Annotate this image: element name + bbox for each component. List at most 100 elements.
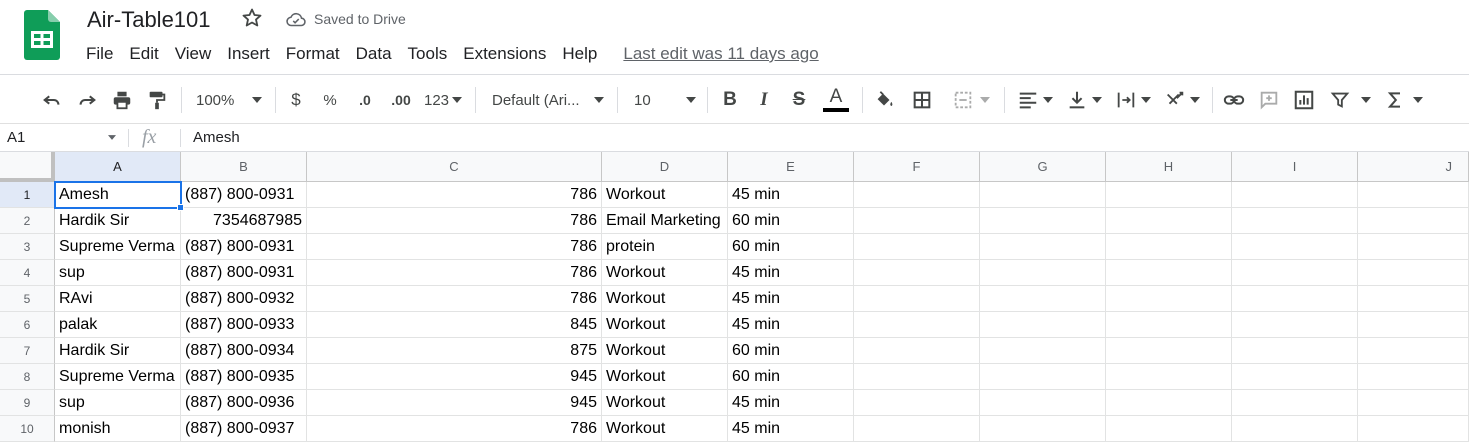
row-header-2[interactable]: 2 (0, 208, 55, 234)
cell-f4[interactable] (854, 260, 980, 286)
star-icon[interactable] (240, 6, 264, 30)
cell-f7[interactable] (854, 338, 980, 364)
cell-i6[interactable] (1232, 312, 1358, 338)
cell-a5[interactable]: RAvi (55, 286, 181, 312)
zoom-select[interactable]: 100% (196, 87, 266, 113)
cell-c1[interactable]: 786 (307, 182, 602, 208)
insert-chart-button[interactable] (1292, 87, 1316, 113)
cell-b4[interactable]: (887) 800-0931 (181, 260, 307, 286)
undo-button[interactable] (40, 87, 64, 113)
redo-button[interactable] (75, 87, 99, 113)
strikethrough-button[interactable]: S (788, 87, 810, 113)
menu-format[interactable]: Format (278, 40, 348, 68)
borders-button[interactable] (910, 87, 934, 113)
cloud-check-icon[interactable] (285, 9, 307, 31)
cell-f6[interactable] (854, 312, 980, 338)
formula-input[interactable]: Amesh (193, 124, 240, 152)
cell-c2[interactable]: 786 (307, 208, 602, 234)
cell-j8[interactable] (1358, 364, 1469, 390)
text-rotation-button[interactable] (1162, 87, 1202, 113)
cell-c4[interactable]: 786 (307, 260, 602, 286)
menu-view[interactable]: View (167, 40, 220, 68)
cell-i4[interactable] (1232, 260, 1358, 286)
cell-j1[interactable] (1358, 182, 1469, 208)
cell-e3[interactable]: 60 min (728, 234, 854, 260)
cell-a3[interactable]: Supreme Verma (55, 234, 181, 260)
cell-a10[interactable]: monish (55, 416, 181, 442)
cell-a7[interactable]: Hardik Sir (55, 338, 181, 364)
currency-format-button[interactable]: $ (287, 87, 305, 113)
document-title[interactable]: Air-Table101 (87, 7, 211, 33)
cell-e1[interactable]: 45 min (728, 182, 854, 208)
cell-c5[interactable]: 786 (307, 286, 602, 312)
decrease-decimal-button[interactable]: .0 (353, 87, 377, 113)
cell-i3[interactable] (1232, 234, 1358, 260)
cell-a2[interactable]: Hardik Sir (55, 208, 181, 234)
cell-f2[interactable] (854, 208, 980, 234)
increase-decimal-button[interactable]: .00 (387, 87, 415, 113)
cell-i10[interactable] (1232, 416, 1358, 442)
cell-e5[interactable]: 45 min (728, 286, 854, 312)
row-header-8[interactable]: 8 (0, 364, 55, 390)
column-header-h[interactable]: H (1106, 152, 1232, 182)
cell-e4[interactable]: 45 min (728, 260, 854, 286)
cell-f9[interactable] (854, 390, 980, 416)
cell-j7[interactable] (1358, 338, 1469, 364)
bold-button[interactable]: B (719, 87, 741, 113)
functions-button[interactable] (1384, 87, 1424, 113)
cell-b7[interactable]: (887) 800-0934 (181, 338, 307, 364)
text-color-button[interactable]: A (822, 87, 850, 113)
merge-cells-button[interactable] (947, 87, 995, 113)
cell-e2[interactable]: 60 min (728, 208, 854, 234)
chevron-down-icon[interactable] (108, 135, 116, 140)
select-all-corner[interactable] (0, 152, 55, 182)
cell-d1[interactable]: Workout (602, 182, 728, 208)
font-family-select[interactable]: Default (Ari... (492, 87, 604, 113)
cell-f3[interactable] (854, 234, 980, 260)
cell-b3[interactable]: (887) 800-0931 (181, 234, 307, 260)
cell-j2[interactable] (1358, 208, 1469, 234)
cell-f5[interactable] (854, 286, 980, 312)
cell-i2[interactable] (1232, 208, 1358, 234)
filter-button[interactable] (1328, 87, 1372, 113)
save-status[interactable]: Saved to Drive (314, 11, 406, 27)
cell-g9[interactable] (980, 390, 1106, 416)
cell-h8[interactable] (1106, 364, 1232, 390)
cell-d4[interactable]: Workout (602, 260, 728, 286)
row-header-5[interactable]: 5 (0, 286, 55, 312)
cell-a4[interactable]: sup (55, 260, 181, 286)
column-header-f[interactable]: F (854, 152, 980, 182)
cell-c10[interactable]: 786 (307, 416, 602, 442)
cell-d5[interactable]: Workout (602, 286, 728, 312)
column-header-j[interactable]: J (1358, 152, 1469, 182)
horizontal-align-button[interactable] (1015, 87, 1055, 113)
cell-i1[interactable] (1232, 182, 1358, 208)
cell-b1[interactable]: (887) 800-0931 (181, 182, 307, 208)
sheets-logo-icon[interactable] (24, 10, 60, 60)
cell-e9[interactable]: 45 min (728, 390, 854, 416)
cell-i8[interactable] (1232, 364, 1358, 390)
cell-d3[interactable]: protein (602, 234, 728, 260)
row-header-6[interactable]: 6 (0, 312, 55, 338)
percent-format-button[interactable]: % (321, 87, 339, 113)
font-size-select[interactable]: 10 (634, 87, 696, 113)
cell-f10[interactable] (854, 416, 980, 442)
cell-j4[interactable] (1358, 260, 1469, 286)
column-header-c[interactable]: C (307, 152, 602, 182)
italic-button[interactable]: I (753, 87, 775, 113)
cell-c8[interactable]: 945 (307, 364, 602, 390)
cell-c7[interactable]: 875 (307, 338, 602, 364)
cell-a1[interactable]: Amesh (54, 181, 182, 209)
cell-e6[interactable]: 45 min (728, 312, 854, 338)
menu-data[interactable]: Data (348, 40, 400, 68)
row-header-3[interactable]: 3 (0, 234, 55, 260)
cell-f1[interactable] (854, 182, 980, 208)
column-header-d[interactable]: D (602, 152, 728, 182)
cell-i5[interactable] (1232, 286, 1358, 312)
cell-d6[interactable]: Workout (602, 312, 728, 338)
menu-tools[interactable]: Tools (400, 40, 456, 68)
column-header-a[interactable]: A (55, 152, 181, 182)
row-header-9[interactable]: 9 (0, 390, 55, 416)
cell-g10[interactable] (980, 416, 1106, 442)
fill-handle[interactable] (177, 204, 184, 211)
